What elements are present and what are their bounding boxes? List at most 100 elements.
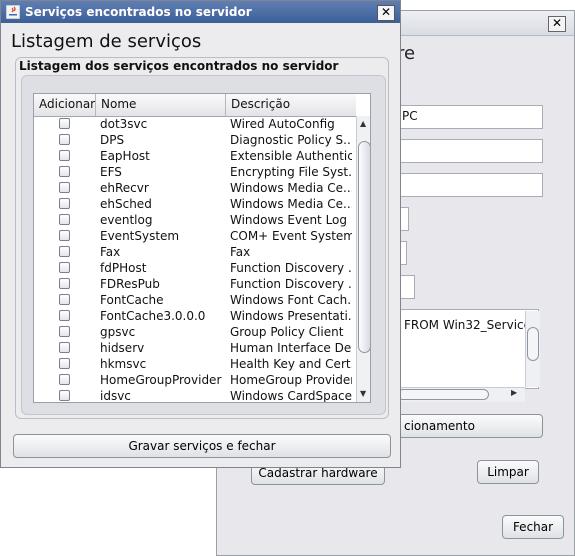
table-row[interactable]: idsvc Windows CardSpace bbox=[34, 388, 356, 403]
background-query-text: FROM Win32_Service bbox=[404, 318, 532, 332]
table-row[interactable]: ehRecvr Windows Media Ce... bbox=[34, 180, 356, 196]
table-row[interactable]: EventSystem COM+ Event System bbox=[34, 228, 356, 244]
service-description: Health Key and Cert... bbox=[230, 357, 352, 371]
add-checkbox[interactable] bbox=[59, 246, 70, 257]
background-action-button[interactable]: cionamento bbox=[397, 414, 543, 438]
add-checkbox[interactable] bbox=[59, 182, 70, 193]
service-description: Encrypting File Syst... bbox=[230, 165, 352, 179]
table-row[interactable]: HomeGroupProvider HomeGroup Provider bbox=[34, 372, 356, 388]
table-body: dot3svc Wired AutoConfig DPS Diagnostic Pol… bbox=[34, 116, 356, 403]
service-description: Windows Presentati... bbox=[230, 309, 352, 323]
services-dialog: Serviços encontrados no servidor ✕ Lista… bbox=[0, 0, 401, 468]
table-row[interactable]: FDResPub Function Discovery ... bbox=[34, 276, 356, 292]
table-row[interactable]: gpsvc Group Policy Client bbox=[34, 324, 356, 340]
table-scroll-thumb[interactable] bbox=[358, 141, 370, 353]
table-row[interactable]: eventlog Windows Event Log bbox=[34, 212, 356, 228]
background-text-field-1[interactable]: PC bbox=[397, 105, 543, 129]
service-name: FontCache bbox=[100, 293, 164, 307]
dialog-title: Serviços encontrados no servidor bbox=[25, 5, 252, 19]
table-row[interactable]: Fax Fax bbox=[34, 244, 356, 260]
background-horizontal-scrollbar[interactable]: ▶ bbox=[397, 387, 525, 402]
service-name: gpsvc bbox=[100, 325, 136, 339]
service-name: dot3svc bbox=[100, 117, 148, 131]
add-checkbox[interactable] bbox=[59, 358, 70, 369]
column-divider[interactable] bbox=[225, 94, 226, 116]
column-divider[interactable] bbox=[95, 94, 96, 116]
add-checkbox[interactable] bbox=[59, 134, 70, 145]
services-table: Adicionar Nome Descrição dot3svc Wired Au… bbox=[33, 93, 371, 403]
add-checkbox[interactable] bbox=[59, 118, 70, 129]
add-checkbox[interactable] bbox=[59, 342, 70, 353]
add-checkbox[interactable] bbox=[59, 150, 70, 161]
add-checkbox[interactable] bbox=[59, 230, 70, 241]
service-description: Windows Font Cach... bbox=[230, 293, 352, 307]
service-description: Windows Media Ce... bbox=[230, 197, 352, 211]
table-row[interactable]: EapHost Extensible Authentic... bbox=[34, 148, 356, 164]
service-name: ehSched bbox=[100, 197, 152, 211]
add-checkbox[interactable] bbox=[59, 198, 70, 209]
table-header: Adicionar Nome Descrição bbox=[34, 94, 356, 117]
table-row[interactable]: EFS Encrypting File Syst... bbox=[34, 164, 356, 180]
service-description: Wired AutoConfig bbox=[230, 117, 335, 131]
background-horizontal-scroll-thumb[interactable] bbox=[397, 389, 489, 400]
service-description: COM+ Event System bbox=[230, 229, 352, 243]
service-name: DPS bbox=[100, 133, 125, 147]
add-checkbox[interactable] bbox=[59, 166, 70, 177]
clear-button[interactable]: Limpar bbox=[477, 460, 539, 484]
service-name: EapHost bbox=[100, 149, 150, 163]
dialog-heading: Listagem de serviços bbox=[11, 31, 202, 52]
background-textarea-scroll-thumb[interactable] bbox=[527, 327, 539, 361]
service-name: hkmsvc bbox=[100, 357, 147, 371]
add-checkbox[interactable] bbox=[59, 294, 70, 305]
add-checkbox[interactable] bbox=[59, 326, 70, 337]
background-text-field-3[interactable] bbox=[397, 173, 543, 197]
background-textarea-scrollbar[interactable] bbox=[525, 311, 540, 387]
service-name: FDResPub bbox=[100, 277, 160, 291]
scroll-down-arrow-icon[interactable]: ▼ bbox=[360, 389, 366, 398]
service-description: Function Discovery ... bbox=[230, 261, 352, 275]
table-row[interactable]: DPS Diagnostic Policy S... bbox=[34, 132, 356, 148]
background-query-textarea[interactable]: FROM Win32_Service bbox=[397, 309, 539, 389]
service-name: EventSystem bbox=[100, 229, 180, 243]
column-header-name[interactable]: Nome bbox=[101, 97, 136, 111]
java-icon bbox=[6, 5, 20, 19]
table-vertical-scrollbar[interactable]: ▲ ▼ bbox=[356, 116, 370, 402]
save-services-button[interactable]: Gravar serviços e fechar bbox=[13, 434, 391, 458]
service-description: Diagnostic Policy S... bbox=[230, 133, 352, 147]
column-header-add[interactable]: Adicionar bbox=[39, 97, 95, 111]
table-row[interactable]: FontCache Windows Font Cach... bbox=[34, 292, 356, 308]
table-row[interactable]: ehSched Windows Media Ce... bbox=[34, 196, 356, 212]
table-row[interactable]: fdPHost Function Discovery ... bbox=[34, 260, 356, 276]
background-close-button[interactable]: ✕ bbox=[548, 16, 566, 32]
background-text-field-2[interactable] bbox=[397, 139, 543, 163]
dialog-close-button[interactable]: ✕ bbox=[377, 5, 395, 21]
service-description: Human Interface De... bbox=[230, 341, 352, 355]
add-checkbox[interactable] bbox=[59, 374, 70, 385]
table-row[interactable]: FontCache3.0.0.0 Windows Presentati... bbox=[34, 308, 356, 324]
service-description: HomeGroup Provider bbox=[230, 373, 352, 387]
service-name: Fax bbox=[100, 245, 121, 259]
service-description: Fax bbox=[230, 245, 251, 259]
service-description: Group Policy Client bbox=[230, 325, 344, 339]
table-row[interactable]: dot3svc Wired AutoConfig bbox=[34, 116, 356, 132]
service-name: eventlog bbox=[100, 213, 153, 227]
table-row[interactable]: hkmsvc Health Key and Cert... bbox=[34, 356, 356, 372]
service-name: fdPHost bbox=[100, 261, 147, 275]
scroll-right-arrow-icon[interactable]: ▶ bbox=[511, 388, 517, 397]
service-name: idsvc bbox=[100, 389, 131, 403]
close-window-button[interactable]: Fechar bbox=[502, 515, 564, 539]
table-row[interactable]: hidserv Human Interface De... bbox=[34, 340, 356, 356]
service-description: Extensible Authentic... bbox=[230, 149, 352, 163]
add-checkbox[interactable] bbox=[59, 310, 70, 321]
service-name: hidserv bbox=[100, 341, 145, 355]
column-header-description[interactable]: Descrição bbox=[231, 97, 290, 111]
add-checkbox[interactable] bbox=[59, 390, 70, 401]
add-checkbox[interactable] bbox=[59, 262, 70, 273]
scroll-up-arrow-icon[interactable]: ▲ bbox=[360, 119, 366, 128]
service-name: ehRecvr bbox=[100, 181, 149, 195]
add-checkbox[interactable] bbox=[59, 214, 70, 225]
service-description: Windows Media Ce... bbox=[230, 181, 352, 195]
service-name: HomeGroupProvider bbox=[100, 373, 222, 387]
service-name: FontCache3.0.0.0 bbox=[100, 309, 206, 323]
add-checkbox[interactable] bbox=[59, 278, 70, 289]
